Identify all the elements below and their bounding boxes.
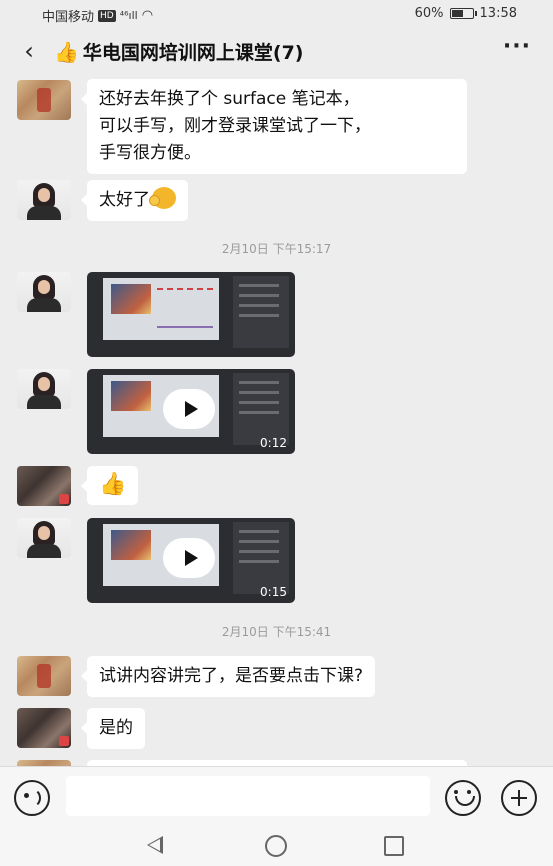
message-list[interactable]: 还好去年换了个 surface 笔记本， 可以手写，刚才登录课堂试了一下， 手写… xyxy=(0,74,553,766)
video-message[interactable]: 0:15 xyxy=(87,518,295,603)
avatar-face xyxy=(38,280,50,294)
hd-badge: HD xyxy=(98,9,116,22)
avatar-face xyxy=(38,188,50,202)
battery-percent: 60% xyxy=(414,6,444,21)
image-message[interactable] xyxy=(87,272,295,357)
avatar[interactable] xyxy=(17,369,71,409)
carrier-label: 中国移动 xyxy=(42,10,95,25)
message-bubble[interactable]: 太好了 xyxy=(81,180,188,221)
group-name: 华电国网培训网上课堂(7) xyxy=(82,42,304,64)
avatar[interactable] xyxy=(17,180,71,220)
more-actions-plus-icon[interactable] xyxy=(501,780,537,816)
image-thumb xyxy=(111,284,151,314)
avatar[interactable] xyxy=(17,80,71,120)
image-annotations xyxy=(157,288,213,328)
message-bubble[interactable]: 👍 xyxy=(80,466,139,505)
message-bubble[interactable]: 试讲内容讲完了，是否要点击下课? xyxy=(80,656,376,697)
message-bubble[interactable]: 还好去年换了个 surface 笔记本， 可以手写，刚才登录课堂试了一下， 手写… xyxy=(81,79,467,174)
timestamp: 2月10日 下午15:41 xyxy=(221,625,332,639)
clock: 13:58 xyxy=(479,6,517,21)
video-message[interactable]: 0:12 xyxy=(87,369,295,454)
message-input[interactable] xyxy=(66,776,430,816)
video-thumb xyxy=(111,381,151,411)
hug-emoji-icon xyxy=(149,187,176,209)
avatar-face xyxy=(38,526,50,540)
status-right: 60% 13:58 xyxy=(415,6,517,21)
thumbs-up-icon: 👍 xyxy=(54,39,79,64)
message-bubble[interactable]: 是的 xyxy=(81,708,145,749)
input-bar xyxy=(0,766,553,824)
chat-title: 👍 华电国网培训网上课堂(7) xyxy=(54,38,304,65)
battery-fill xyxy=(451,10,463,17)
message-text: 是的 xyxy=(99,718,133,738)
video-sidebar xyxy=(233,522,289,594)
timestamp: 2月10日 下午15:17 xyxy=(221,242,332,256)
battery-icon xyxy=(449,8,477,19)
message-text: 试讲内容讲完了，是否要点击下课? xyxy=(99,666,364,686)
wifi-icon: ◠ xyxy=(141,8,154,23)
play-icon[interactable] xyxy=(163,538,215,578)
status-bar: 中国移动 HD ⁴⁶ıll ◠ 60% 13:58 xyxy=(0,0,553,30)
system-nav-bar xyxy=(0,824,553,866)
status-left: 中国移动 HD ⁴⁶ıll ◠ xyxy=(42,6,153,25)
avatar[interactable] xyxy=(17,656,71,696)
system-recents-icon[interactable] xyxy=(384,836,404,856)
image-sidebar xyxy=(233,276,289,348)
avatar[interactable] xyxy=(17,272,71,312)
system-home-icon[interactable] xyxy=(265,835,287,857)
avatar[interactable] xyxy=(17,466,71,506)
video-duration: 0:15 xyxy=(260,585,287,599)
message-text: 太好了 xyxy=(99,190,150,210)
chat-header: ‹ 👍 华电国网培训网上课堂(7) ··· xyxy=(0,30,553,74)
avatar[interactable] xyxy=(17,708,71,748)
avatar-face xyxy=(38,377,50,391)
message-line: 还好去年换了个 surface 笔记本， xyxy=(99,89,360,109)
back-button[interactable]: ‹ xyxy=(14,36,44,66)
system-back-icon[interactable] xyxy=(147,836,163,854)
avatar-body xyxy=(27,544,61,558)
voice-input-icon[interactable] xyxy=(14,780,50,816)
more-options-button[interactable]: ··· xyxy=(503,34,531,59)
image-screen xyxy=(103,278,219,340)
video-sidebar xyxy=(233,373,289,445)
video-thumb xyxy=(111,530,151,560)
message-line: 可以手写，刚才登录课堂试了一下， xyxy=(99,116,371,136)
play-icon[interactable] xyxy=(163,389,215,429)
avatar-body xyxy=(27,395,61,409)
thumbs-up-icon: 👍 xyxy=(99,472,127,497)
signal-icon: ⁴⁶ıll xyxy=(119,9,138,22)
avatar-body xyxy=(27,298,61,312)
video-duration: 0:12 xyxy=(260,436,287,450)
message-line: 手写很方便。 xyxy=(99,143,201,163)
avatar[interactable] xyxy=(17,518,71,558)
emoji-button-icon[interactable] xyxy=(445,780,481,816)
avatar-body xyxy=(27,206,61,220)
